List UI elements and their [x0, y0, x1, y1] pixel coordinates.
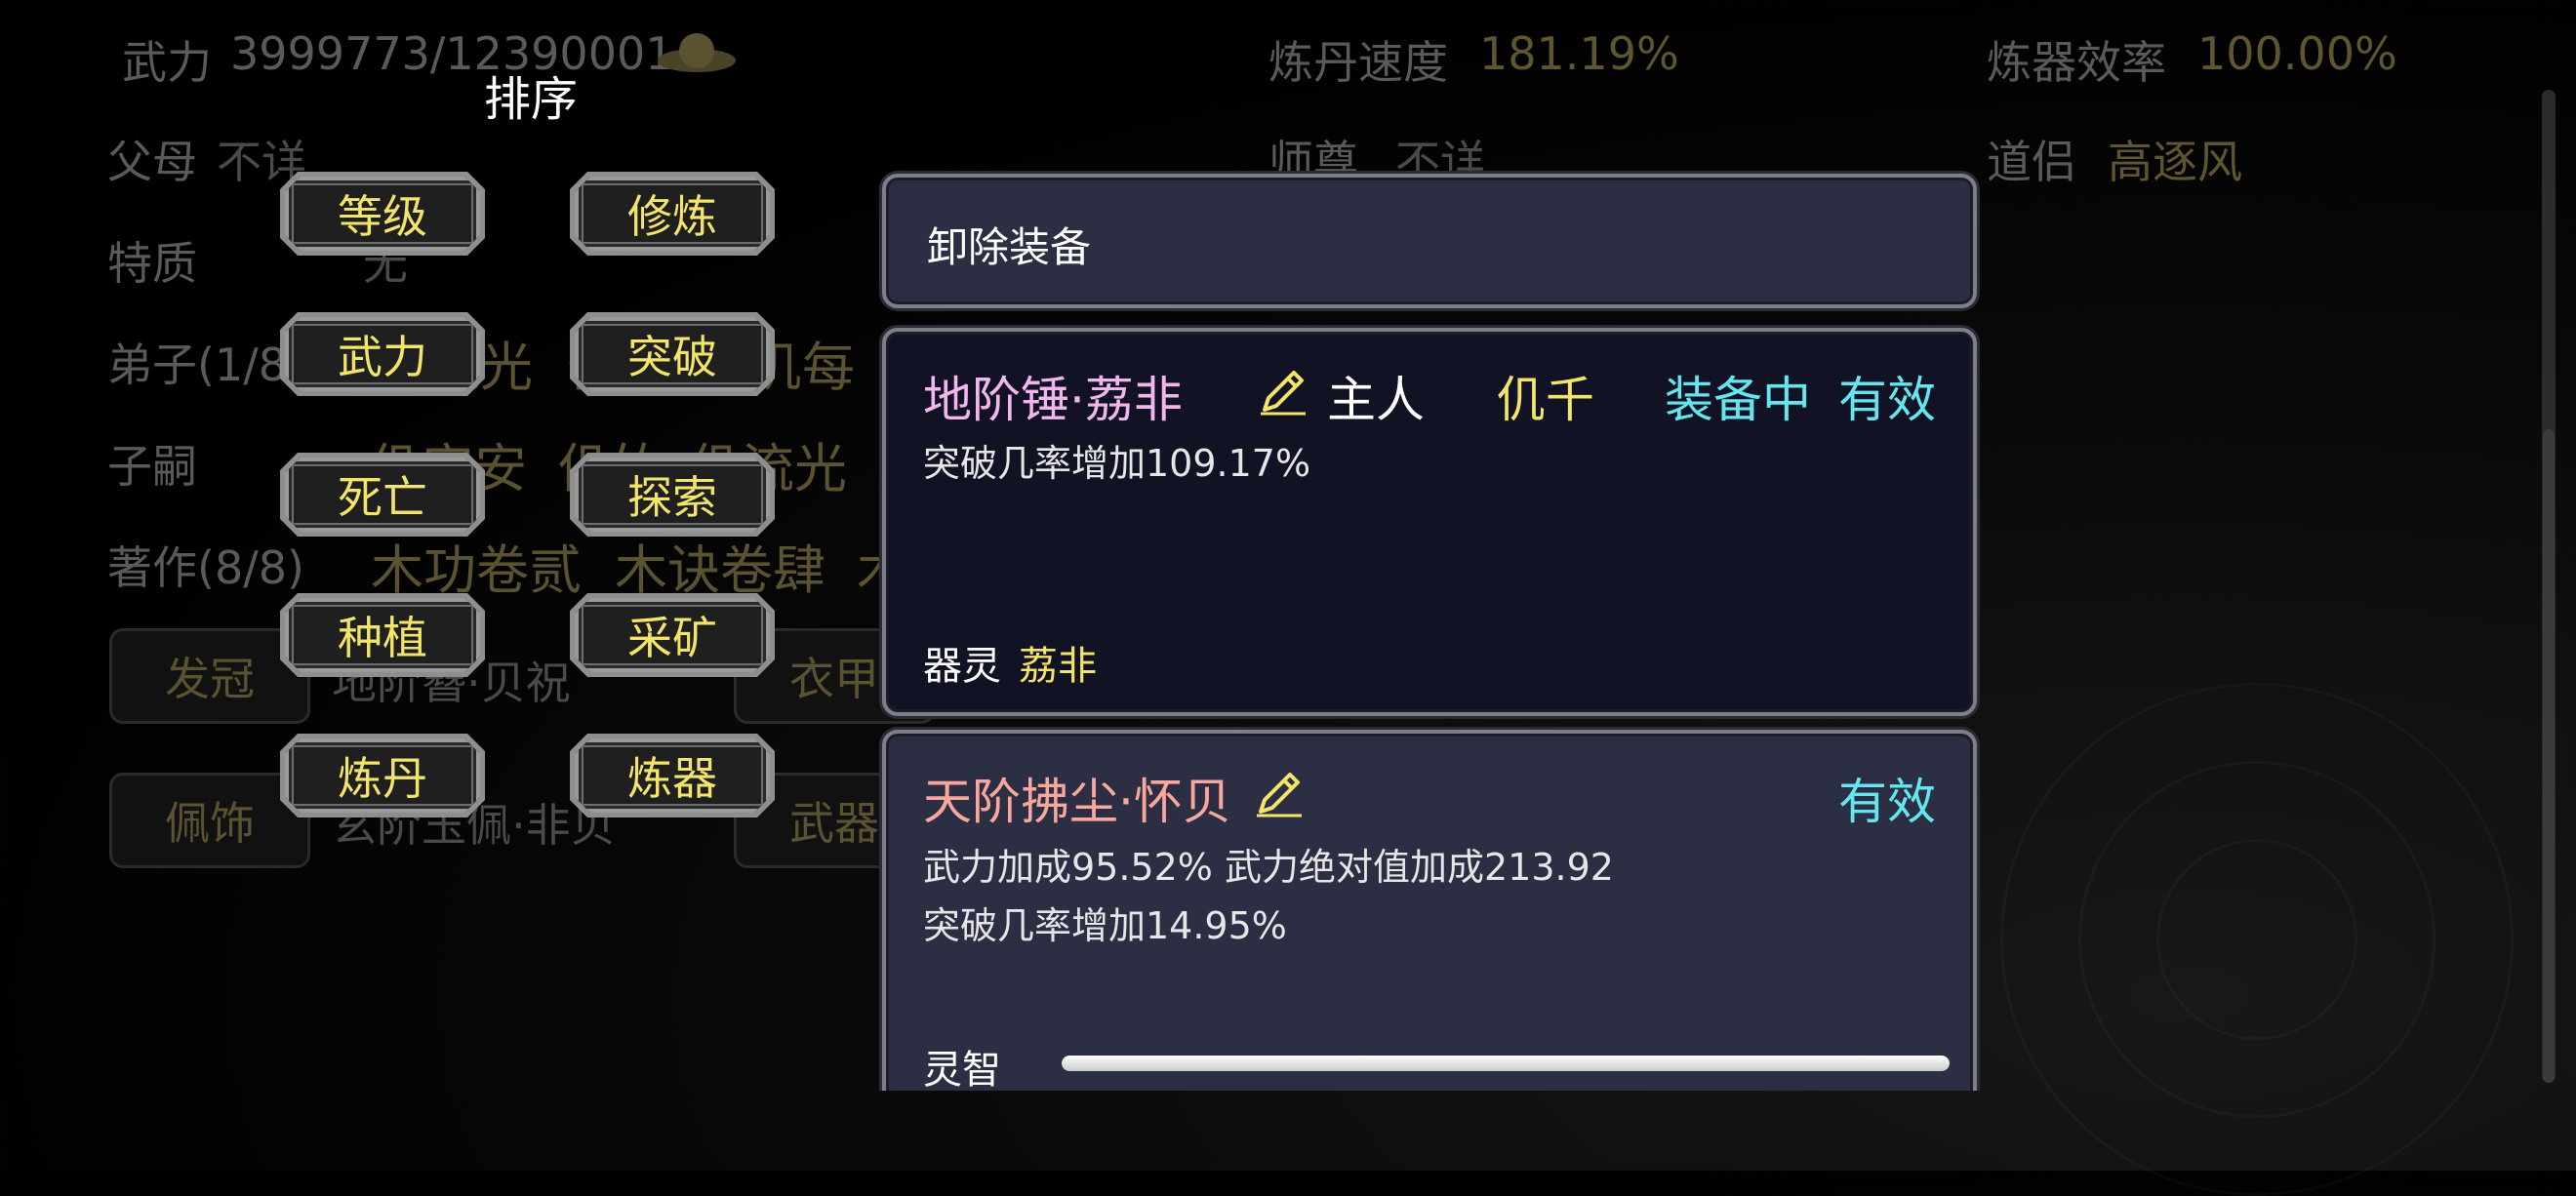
unequip-label: 卸除装备 [927, 223, 1092, 271]
unequip-button[interactable]: 卸除装备 [882, 174, 1977, 308]
wisdom-label: 灵智 [923, 1048, 1001, 1091]
equip-panel: 卸除装备 地阶锤·荔非 主人 仉千 装备中 有效 突破几率增加109.17% 器… [0, 0, 2576, 1091]
wisdom-progress-fill [1062, 1056, 1950, 1071]
owner-label: 主人 [1327, 372, 1425, 428]
valid-status: 有效 [1838, 774, 1936, 830]
wisdom-progress-track [1062, 1056, 1950, 1071]
item-name: 地阶锤·荔非 [923, 372, 1183, 428]
item-name: 天阶拂尘·怀贝 [923, 774, 1231, 830]
edit-pencil-icon[interactable] [1257, 365, 1309, 421]
effect-text: 突破几率增加109.17% [923, 442, 1311, 485]
equipped-status: 装备中 [1665, 372, 1811, 428]
effect-text: 突破几率增加14.95% [923, 904, 1287, 947]
equipment-card[interactable]: 地阶锤·荔非 主人 仉千 装备中 有效 突破几率增加109.17% 器灵 荔非 [882, 328, 1977, 716]
effect-text: 武力加成95.52% 武力绝对值加成213.92 [923, 846, 1614, 889]
spirit-label: 器灵 [923, 644, 1001, 689]
spirit-value: 荔非 [1019, 644, 1097, 689]
owner-value: 仉千 [1497, 372, 1594, 428]
equipment-card[interactable]: 天阶拂尘·怀贝 有效 武力加成95.52% 武力绝对值加成213.92 突破几率… [882, 730, 1977, 1091]
scrollbar-thumb[interactable] [2543, 429, 2555, 1083]
valid-status: 有效 [1838, 372, 1936, 428]
edit-pencil-icon[interactable] [1253, 767, 1306, 823]
